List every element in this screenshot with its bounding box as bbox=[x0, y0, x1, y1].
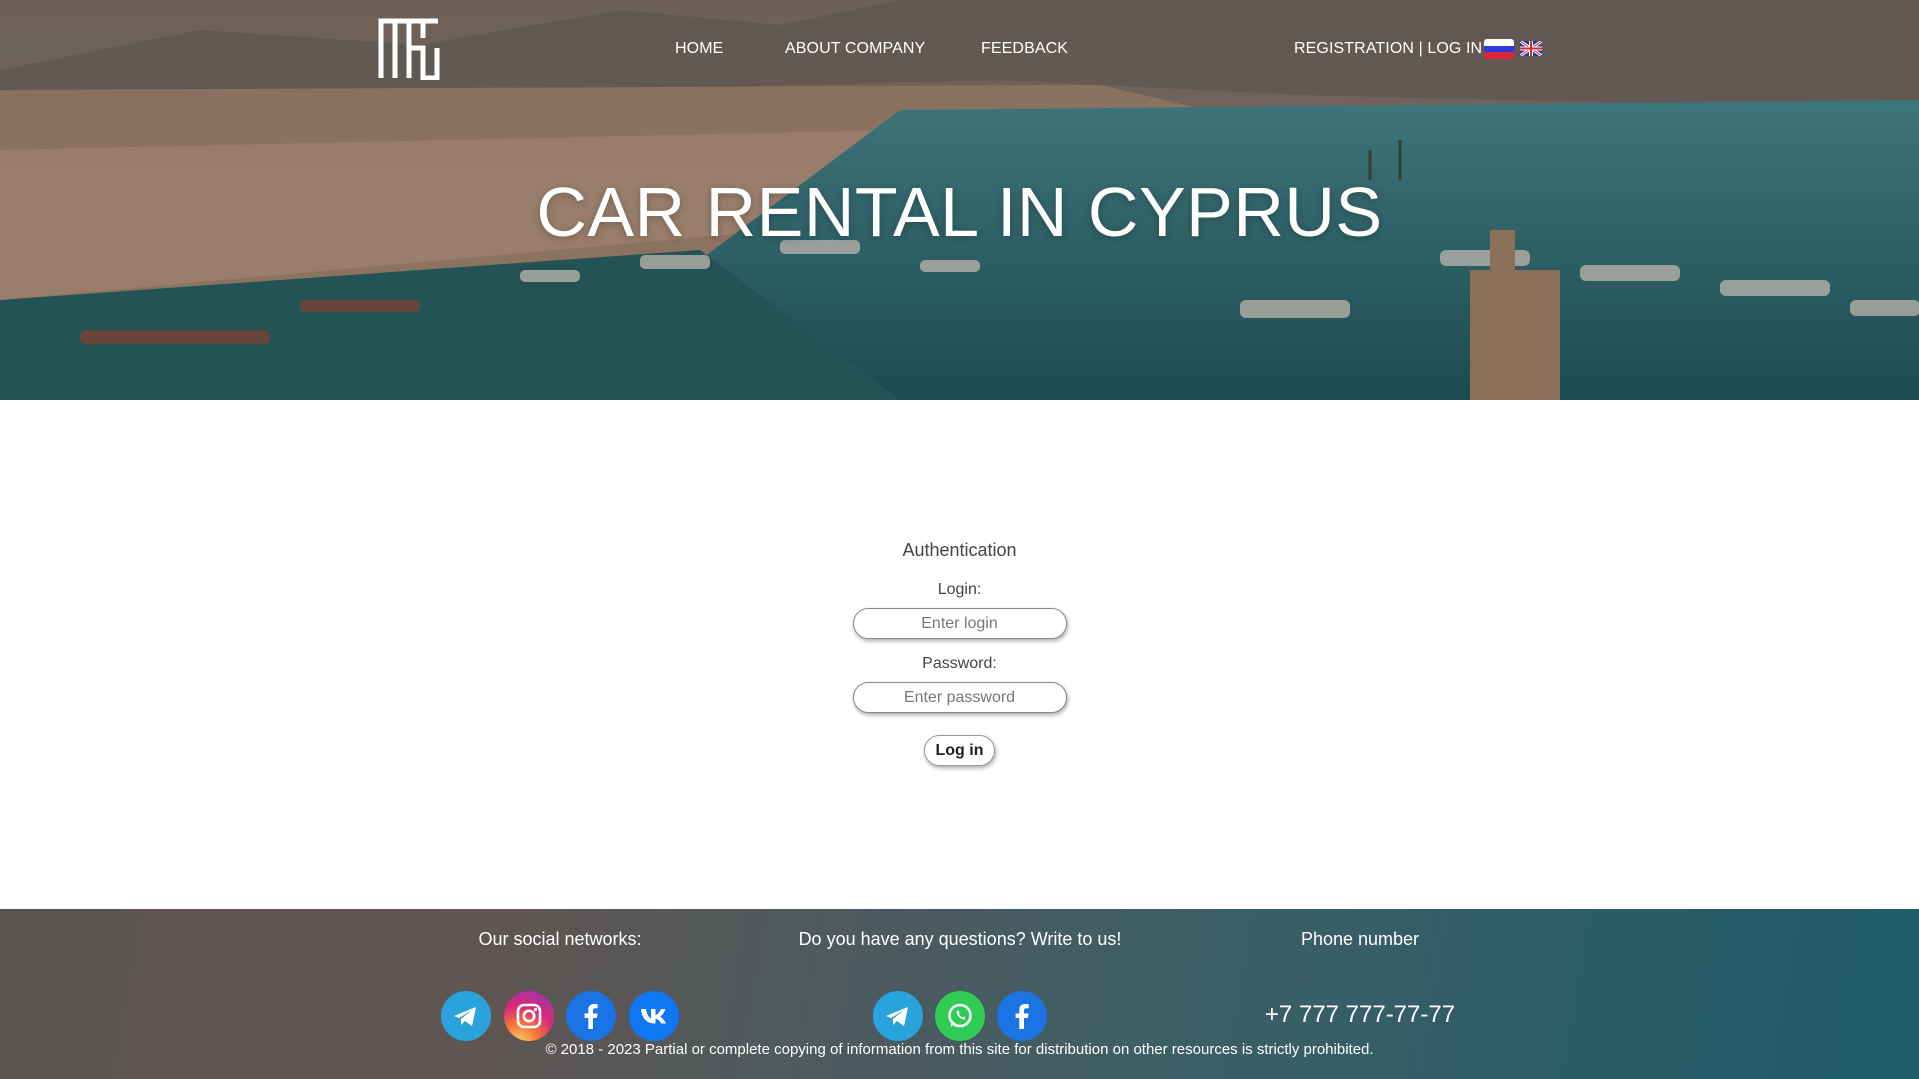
social-networks-section: Our social networks: bbox=[420, 929, 700, 1041]
auth-title: Authentication bbox=[902, 540, 1017, 560]
nav-registration-login-link[interactable]: REGISTRATION | LOG IN bbox=[1294, 40, 1482, 58]
login-button[interactable]: Log in bbox=[923, 735, 996, 766]
phone-heading: Phone number bbox=[1300, 929, 1420, 949]
page-title: CAR RENTAL IN CYPRUS bbox=[536, 173, 1383, 251]
nav-feedback-link[interactable]: FEEDBACK bbox=[981, 40, 1068, 58]
password-label: Password: bbox=[922, 655, 997, 672]
phone-number-link[interactable]: +7 777 777-77-77 bbox=[1210, 1001, 1510, 1029]
nav-home-link[interactable]: HOME bbox=[675, 40, 723, 58]
facebook-icon[interactable] bbox=[566, 991, 617, 1041]
language-switcher bbox=[1484, 39, 1542, 59]
main-navigation: HOME ABOUT COMPANY FEEDBACK REGISTRATION… bbox=[0, 40, 1919, 62]
ru-flag-icon[interactable] bbox=[1484, 39, 1514, 59]
instagram-icon[interactable] bbox=[503, 991, 554, 1041]
whatsapp-icon[interactable] bbox=[935, 991, 985, 1041]
telegram-icon[interactable] bbox=[441, 991, 492, 1041]
phone-section: Phone number +7 777 777-77-77 bbox=[1210, 929, 1510, 1028]
hero-banner: HOME ABOUT COMPANY FEEDBACK REGISTRATION… bbox=[0, 0, 1919, 400]
contact-icons bbox=[770, 991, 1150, 1041]
contact-section: Do you have any questions? Write to us! bbox=[770, 929, 1150, 1041]
vk-icon[interactable] bbox=[628, 991, 679, 1041]
password-input[interactable] bbox=[852, 682, 1067, 713]
telegram-icon[interactable] bbox=[872, 991, 923, 1041]
footer: Our social networks: Do you have any que… bbox=[0, 909, 1919, 1079]
facebook-icon[interactable] bbox=[997, 991, 1048, 1041]
nav-about-company-link[interactable]: ABOUT COMPANY bbox=[785, 40, 925, 58]
login-input[interactable] bbox=[852, 608, 1067, 639]
contact-heading: Do you have any questions? Write to us! bbox=[798, 929, 1122, 949]
copyright-text: © 2018 - 2023 Partial or complete copyin… bbox=[545, 1041, 1374, 1058]
uk-flag-icon[interactable] bbox=[1520, 41, 1542, 56]
social-icons bbox=[420, 991, 700, 1041]
login-label: Login: bbox=[937, 581, 982, 598]
social-heading: Our social networks: bbox=[478, 929, 642, 949]
authentication-form: Authentication Login: Password: Log in bbox=[0, 540, 1919, 766]
